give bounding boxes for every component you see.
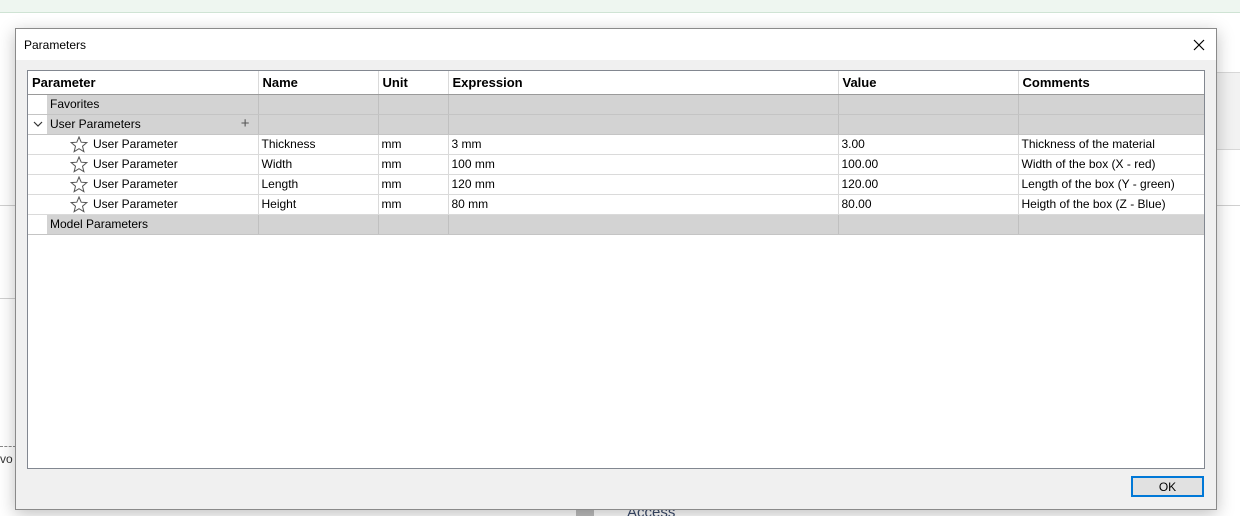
- dialog-title: Parameters: [24, 38, 87, 52]
- background-panel: [1217, 72, 1240, 150]
- group-label-favorites: Favorites: [50, 97, 100, 111]
- column-header-unit[interactable]: Unit: [378, 71, 449, 95]
- parameter-value: 100.00: [838, 154, 1019, 175]
- star-favorite-icon[interactable]: [69, 195, 89, 213]
- parameter-unit[interactable]: mm: [378, 134, 449, 155]
- parameter-expression[interactable]: 80 mm: [448, 194, 839, 215]
- parameter-unit[interactable]: mm: [378, 154, 449, 175]
- column-header-expression[interactable]: Expression: [448, 71, 839, 95]
- background-divider: [1217, 205, 1240, 206]
- parameter-type: User Parameter: [93, 197, 178, 211]
- parameter-type: User Parameter: [93, 137, 178, 151]
- group-cell: Model Parameters: [28, 214, 259, 235]
- parameter-value: 3.00: [838, 134, 1019, 155]
- parameter-name[interactable]: Thickness: [258, 134, 379, 155]
- parameters-grid: Parameter Name Unit Expression Value Com…: [27, 70, 1205, 469]
- group-label-model-parameters: Model Parameters: [50, 217, 149, 231]
- close-button[interactable]: [1182, 29, 1216, 60]
- parameter-expression[interactable]: 120 mm: [448, 174, 839, 195]
- chevron-down-icon[interactable]: [29, 114, 47, 133]
- table-row[interactable]: User Parameter Length mm 120 mm 120.00 L…: [28, 174, 1204, 195]
- background-text-fragment: vo: [0, 452, 13, 466]
- parameter-name[interactable]: Length: [258, 174, 379, 195]
- background-dashed-line: [0, 446, 16, 447]
- parameter-name[interactable]: Height: [258, 194, 379, 215]
- column-header-name[interactable]: Name: [258, 71, 379, 95]
- parameter-type: User Parameter: [93, 157, 178, 171]
- close-icon: [1193, 39, 1205, 50]
- parameter-comment[interactable]: Width of the box (X - red): [1018, 154, 1204, 175]
- parameter-comment[interactable]: Thickness of the material: [1018, 134, 1204, 155]
- group-cell: User Parameters +: [28, 114, 259, 135]
- background-divider: [0, 205, 16, 206]
- group-row-favorites[interactable]: Favorites: [28, 94, 1204, 115]
- parameter-type: User Parameter: [93, 177, 178, 191]
- column-header-parameter[interactable]: Parameter: [28, 71, 259, 95]
- parameter-value: 80.00: [838, 194, 1019, 215]
- group-row-user-parameters[interactable]: User Parameters +: [28, 114, 1204, 135]
- parameter-comment[interactable]: Heigth of the box (Z - Blue): [1018, 194, 1204, 215]
- parameter-unit[interactable]: mm: [378, 174, 449, 195]
- background-block: [576, 510, 594, 516]
- star-favorite-icon[interactable]: [69, 175, 89, 193]
- group-label-user-parameters: User Parameters: [50, 117, 141, 131]
- parameter-comment[interactable]: Length of the box (Y - green): [1018, 174, 1204, 195]
- parameter-unit[interactable]: mm: [378, 194, 449, 215]
- parameter-expression[interactable]: 100 mm: [448, 154, 839, 175]
- background-divider: [0, 298, 16, 299]
- star-favorite-icon[interactable]: [69, 155, 89, 173]
- ok-button[interactable]: OK: [1131, 476, 1204, 497]
- parameter-value: 120.00: [838, 174, 1019, 195]
- add-parameter-icon[interactable]: +: [241, 115, 250, 132]
- group-cell: Favorites: [28, 94, 259, 115]
- grid-header-row: Parameter Name Unit Expression Value Com…: [28, 71, 1204, 95]
- star-favorite-icon[interactable]: [69, 135, 89, 153]
- parameter-expression[interactable]: 3 mm: [448, 134, 839, 155]
- parameter-name[interactable]: Width: [258, 154, 379, 175]
- group-row-model-parameters[interactable]: Model Parameters: [28, 214, 1204, 235]
- parameters-dialog: Parameters Parameter Name Unit Expressio…: [15, 28, 1217, 510]
- table-row[interactable]: User Parameter Width mm 100 mm 100.00 Wi…: [28, 154, 1204, 175]
- table-row[interactable]: User Parameter Height mm 80 mm 80.00 Hei…: [28, 194, 1204, 215]
- column-header-value[interactable]: Value: [838, 71, 1019, 95]
- table-row[interactable]: User Parameter Thickness mm 3 mm 3.00 Th…: [28, 134, 1204, 155]
- background-app-bar: [0, 0, 1240, 13]
- column-header-comments[interactable]: Comments: [1018, 71, 1204, 95]
- dialog-titlebar: Parameters: [16, 29, 1216, 60]
